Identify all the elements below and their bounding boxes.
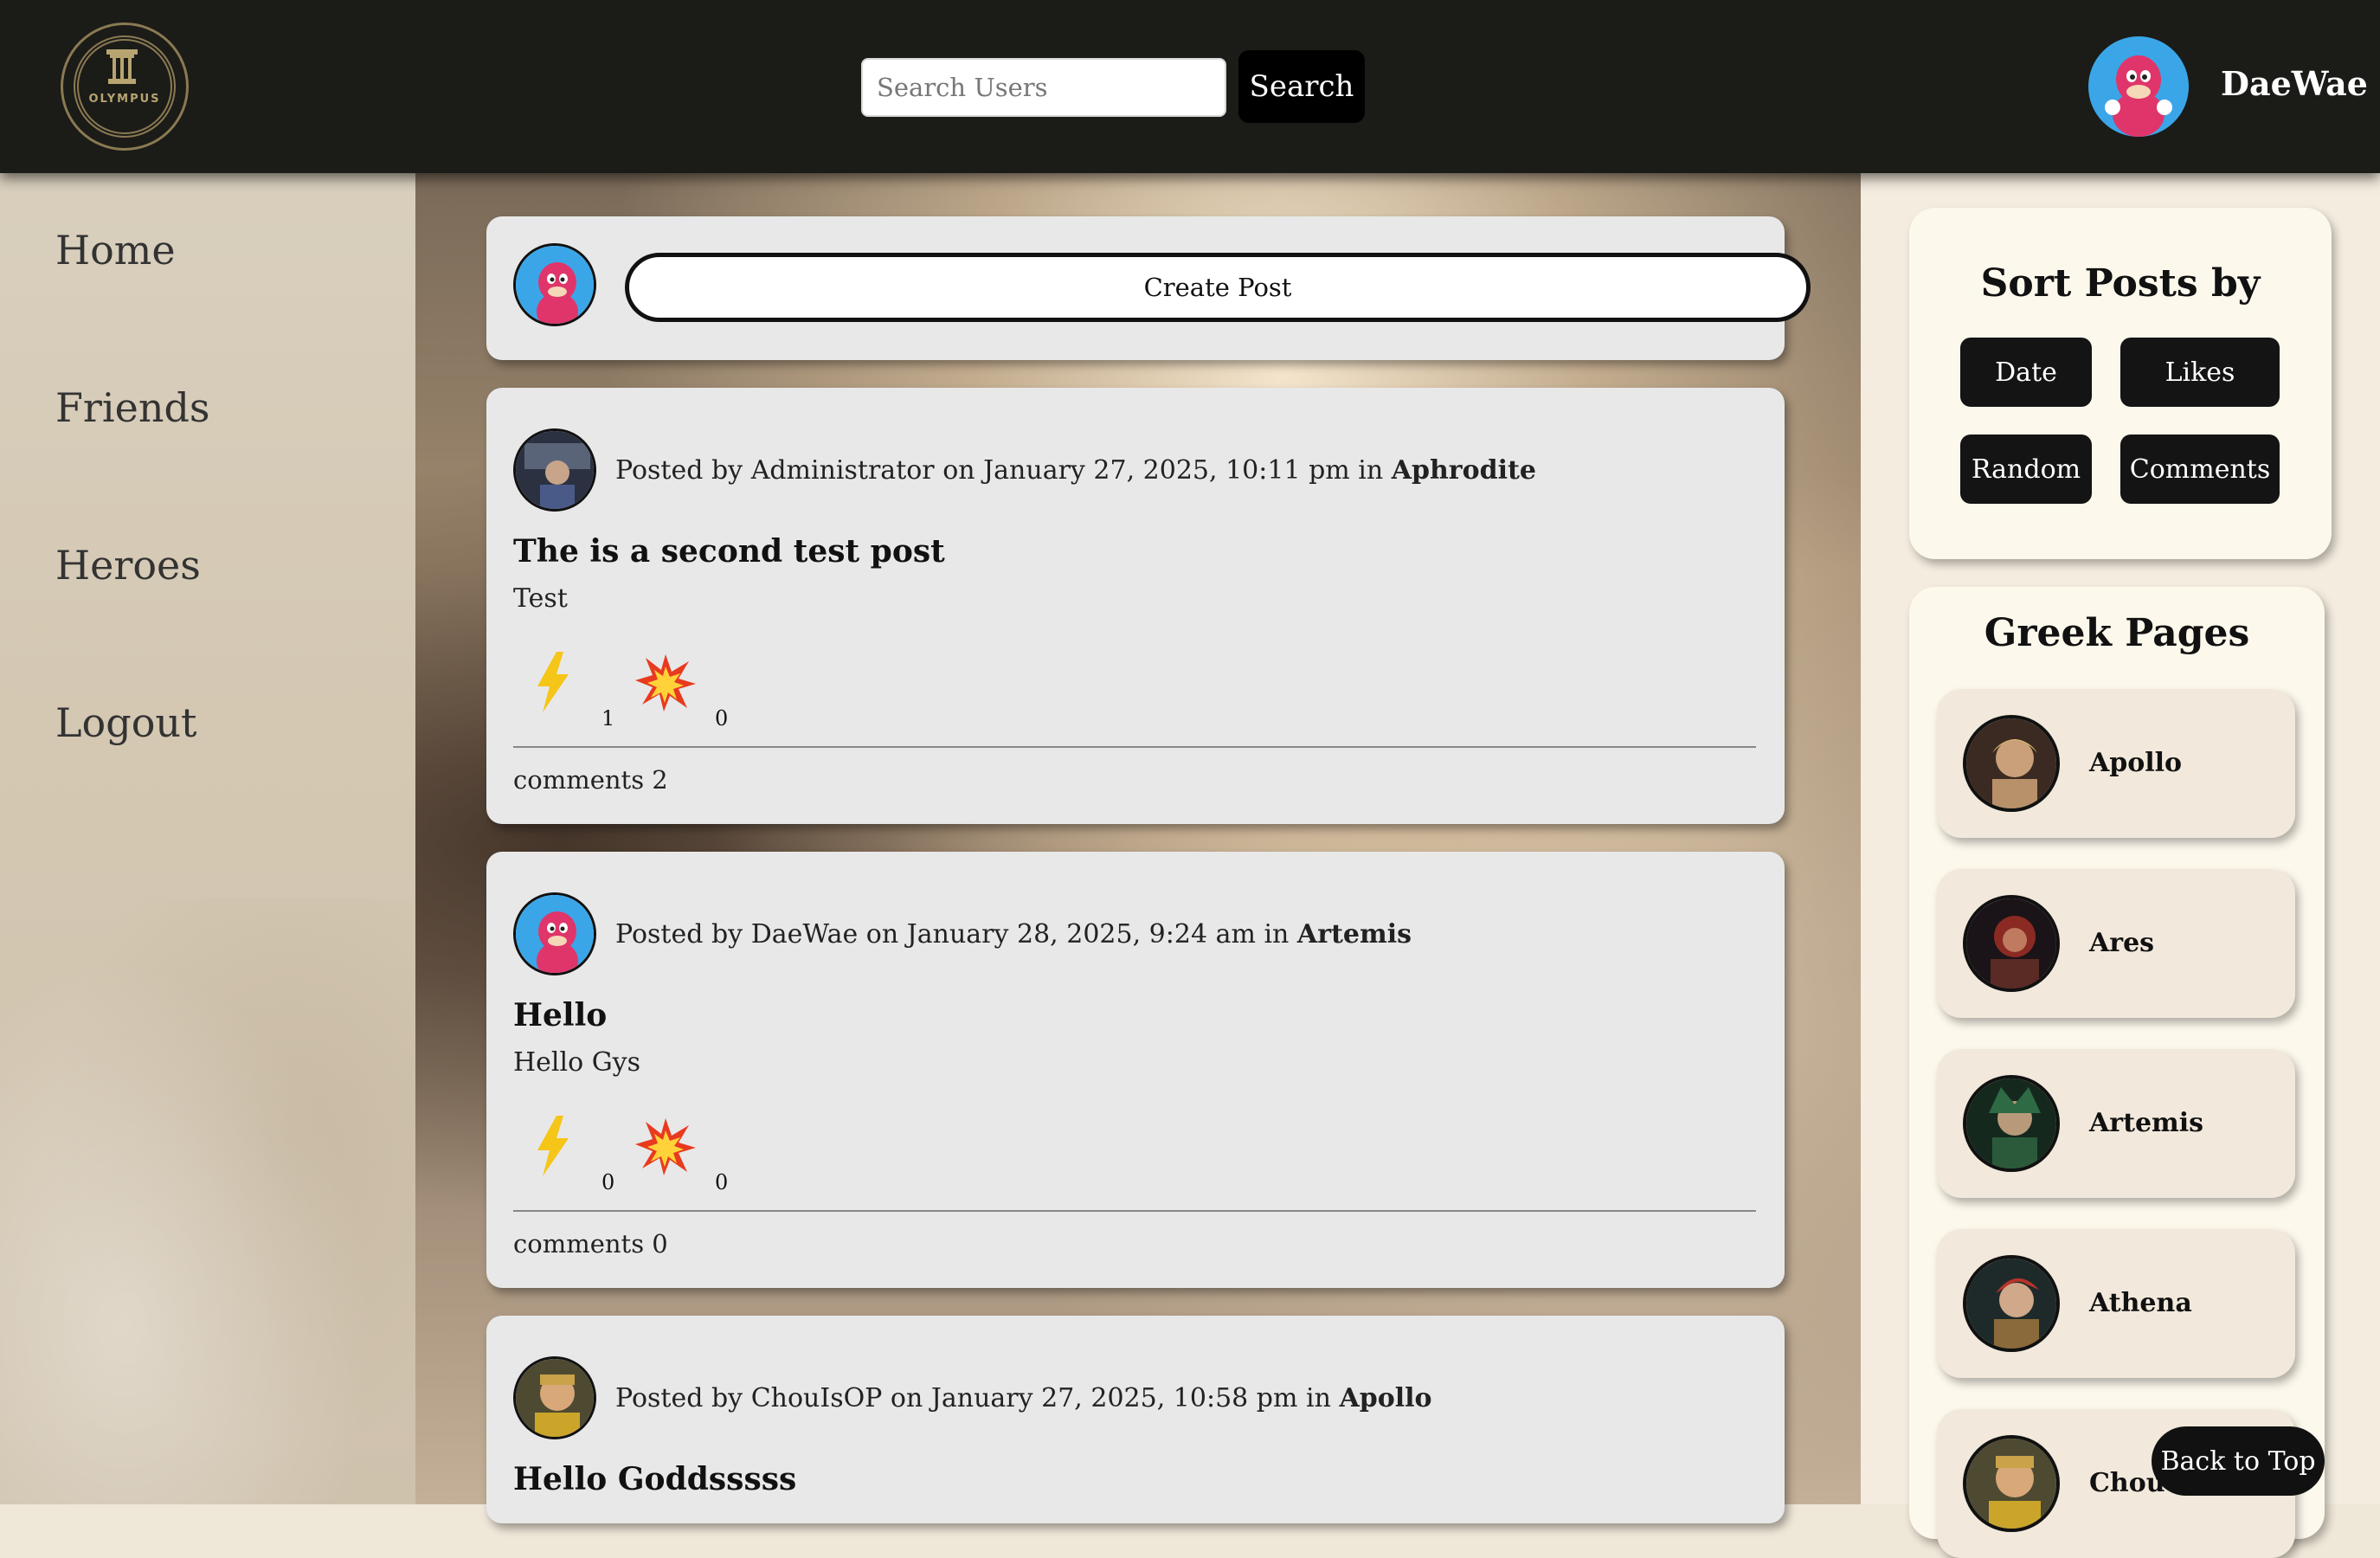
nav-logout[interactable]: Logout (55, 699, 197, 746)
left-nav (0, 173, 415, 1504)
greek-pages-title: Greek Pages (1984, 611, 2250, 655)
create-post-button[interactable]: Create Post (625, 253, 1811, 322)
greek-page-apollo[interactable]: Apollo (1937, 689, 2295, 838)
post-author[interactable]: ChouIsOP (751, 1383, 883, 1413)
post-meta: Posted by ChouIsOP on January 27, 2025, … (615, 1383, 1432, 1413)
greek-pages-panel: Greek Pages Apollo Ares Artemis Athena C… (1909, 587, 2325, 1558)
lightning-count: 0 (601, 1170, 615, 1194)
ares-portrait-icon (1966, 898, 2056, 988)
athena-portrait-icon (1966, 1259, 2056, 1349)
nav-heroes[interactable]: Heroes (55, 542, 201, 589)
lightning-icon[interactable] (534, 652, 572, 712)
sort-likes-button[interactable]: Likes (2120, 338, 2280, 407)
lightning-icon[interactable] (534, 1116, 572, 1176)
post-author[interactable]: DaeWae (751, 919, 859, 950)
post-author-avatar[interactable] (513, 428, 596, 512)
explosion-count: 0 (715, 706, 729, 731)
chou-avatar (1963, 1435, 2060, 1532)
post-title[interactable]: Hello Goddsssss (513, 1461, 796, 1497)
ares-avatar (1963, 895, 2060, 992)
artemis-portrait-icon (1966, 1078, 2056, 1168)
knuckles-avatar-icon (2088, 36, 2189, 137)
post-date: January 28, 2025, 9:24 am (906, 919, 1256, 950)
search-users-input[interactable] (861, 58, 1226, 117)
post-group-link[interactable]: Artemis (1297, 919, 1412, 950)
post-body: Test (513, 583, 568, 614)
god-name: Artemis (2089, 1108, 2204, 1138)
logo-text: OLYMPUS (88, 93, 161, 106)
post-card: Posted by ChouIsOP on January 27, 2025, … (486, 1316, 1785, 1523)
post-date: January 27, 2025, 10:11 pm (983, 455, 1350, 486)
post-group-link[interactable]: Aphrodite (1392, 455, 1536, 486)
post-group-link[interactable]: Apollo (1339, 1383, 1431, 1413)
admin-avatar-icon (516, 431, 594, 509)
post-comments-link[interactable]: comments 0 (513, 1229, 668, 1259)
post-title[interactable]: Hello (513, 997, 607, 1033)
apollo-portrait-icon (1966, 718, 2056, 808)
sort-random-button[interactable]: Random (1960, 435, 2092, 504)
sort-comments-button[interactable]: Comments (2120, 435, 2280, 504)
explosion-count: 0 (715, 1170, 729, 1194)
post-divider (513, 1210, 1756, 1212)
apollo-avatar (1963, 715, 2060, 812)
explosion-icon[interactable] (635, 1118, 696, 1175)
post-comments-link[interactable]: comments 2 (513, 765, 668, 795)
search-button[interactable]: Search (1238, 50, 1365, 123)
pillar-icon (106, 49, 138, 84)
post-author-avatar[interactable] (513, 1356, 596, 1439)
post-author-avatar[interactable] (513, 892, 596, 975)
athena-avatar (1963, 1255, 2060, 1352)
god-name: Athena (2089, 1288, 2192, 1318)
background-scene (415, 173, 1861, 1504)
greek-page-athena[interactable]: Athena (1937, 1229, 2295, 1378)
lightning-count: 1 (601, 706, 615, 731)
nav-background (0, 898, 415, 1504)
chou-avatar-icon (516, 1359, 594, 1437)
nav-home[interactable]: Home (55, 227, 176, 274)
knuckles-avatar-icon (516, 895, 594, 973)
create-post-card: Create Post (486, 216, 1811, 360)
sort-panel: Sort Posts by Date Likes Random Comments (1909, 208, 2332, 559)
god-name: Ares (2089, 928, 2155, 958)
greek-page-ares[interactable]: Ares (1937, 869, 2295, 1018)
back-to-top-button[interactable]: Back to Top (2152, 1426, 2325, 1496)
post-meta: Posted by DaeWae on January 28, 2025, 9:… (615, 919, 1412, 950)
user-avatar[interactable] (2088, 36, 2189, 137)
post-date: January 27, 2025, 10:58 pm (930, 1383, 1298, 1413)
chou-portrait-icon (1966, 1439, 2056, 1529)
sort-date-button[interactable]: Date (1960, 338, 2092, 407)
post-author[interactable]: Administrator (751, 455, 935, 486)
nav-friends[interactable]: Friends (55, 384, 210, 431)
post-body: Hello Gys (513, 1047, 641, 1078)
post-card: Posted by DaeWae on January 28, 2025, 9:… (486, 852, 1785, 1288)
knuckles-avatar-icon (516, 246, 594, 324)
post-divider (513, 746, 1756, 748)
god-name: Apollo (2089, 748, 2183, 778)
create-post-avatar (513, 243, 596, 326)
explosion-icon[interactable] (635, 654, 696, 711)
top-header: OLYMPUS Search DaeWae (0, 0, 2380, 173)
post-card: Posted by Administrator on January 27, 2… (486, 388, 1785, 824)
post-title[interactable]: The is a second test post (513, 533, 945, 570)
sort-title: Sort Posts by (1980, 261, 2261, 306)
olympus-logo[interactable]: OLYMPUS (61, 23, 189, 151)
greek-page-artemis[interactable]: Artemis (1937, 1049, 2295, 1198)
post-meta: Posted by Administrator on January 27, 2… (615, 455, 1536, 486)
username[interactable]: DaeWae (2221, 64, 2368, 103)
artemis-avatar (1963, 1075, 2060, 1172)
